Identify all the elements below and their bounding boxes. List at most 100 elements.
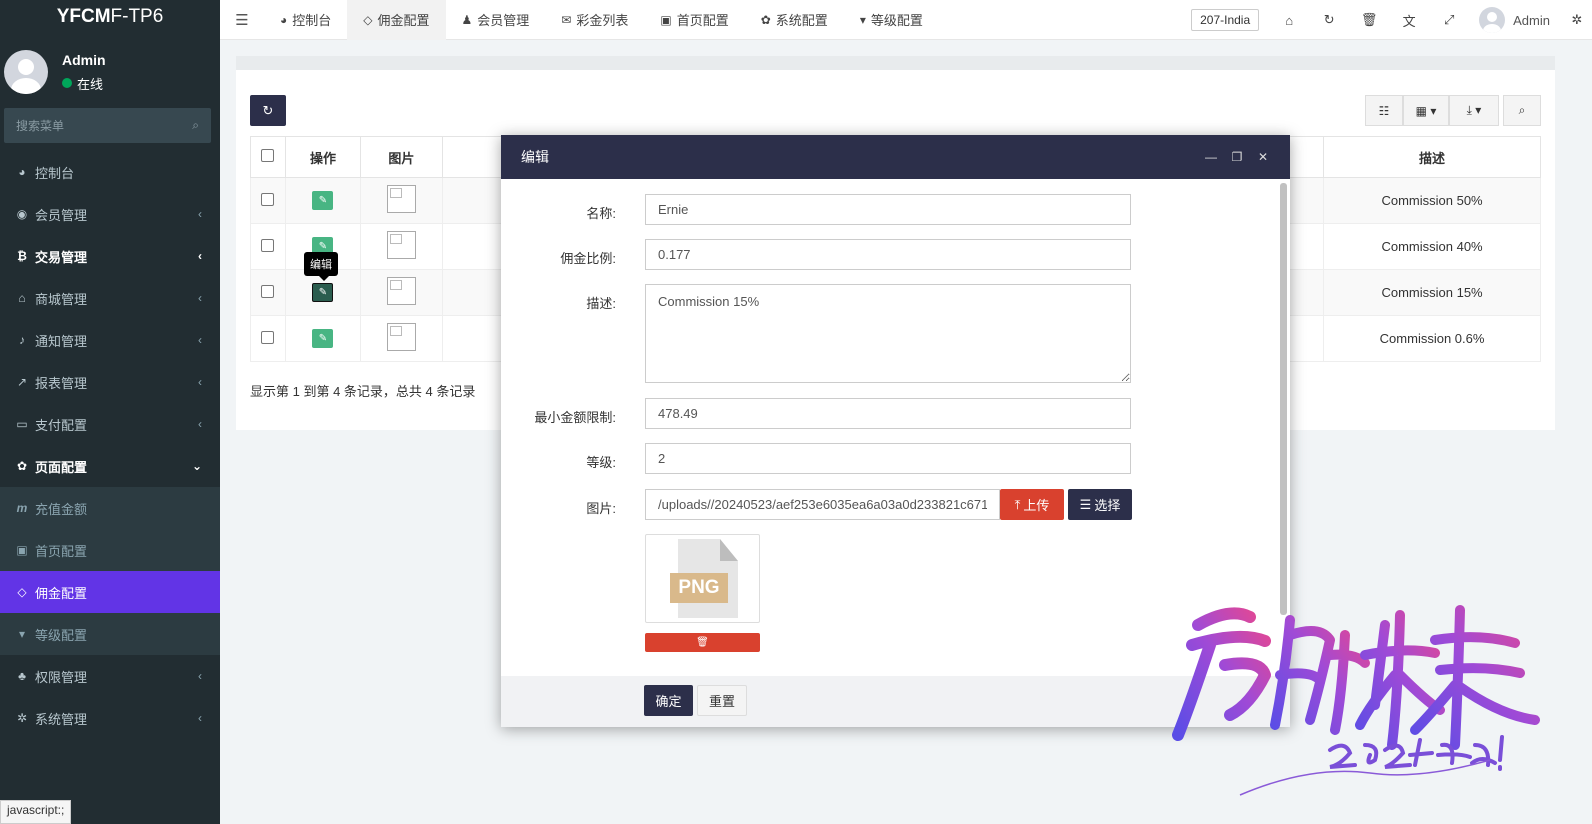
- user-status: 在线: [62, 74, 106, 93]
- tab-system-config[interactable]: ✿ 系统配置: [745, 0, 844, 40]
- language-icon[interactable]: 文: [1389, 11, 1429, 30]
- image-path-field[interactable]: [645, 489, 1000, 520]
- menu-search-input[interactable]: [16, 118, 176, 133]
- upload-button[interactable]: ⤒ 上传: [1000, 489, 1064, 520]
- tab-members[interactable]: ♟ 会员管理: [446, 0, 546, 40]
- minimize-icon[interactable]: —: [1198, 150, 1224, 164]
- floppy-icon: ▣: [16, 543, 28, 557]
- sidebar-item-auth[interactable]: ♣ 权限管理 ‹: [0, 655, 220, 697]
- sidebar-item-system[interactable]: ✲ 系统管理 ‹: [0, 697, 220, 739]
- vimeo-icon: ▾: [859, 12, 866, 27]
- edit-button[interactable]: ✎: [312, 191, 334, 210]
- logo[interactable]: YFCM F-TP6: [0, 0, 220, 34]
- form-row-ratio: 佣金比例:: [501, 239, 1131, 270]
- search-button[interactable]: ⌕: [1503, 95, 1541, 126]
- row-image[interactable]: [386, 323, 416, 351]
- form-row-level: 等级:: [501, 443, 1131, 474]
- tab-level-config[interactable]: ▾ 等级配置: [844, 0, 939, 40]
- list-icon: ☷: [1378, 103, 1390, 118]
- tab-home-config[interactable]: ▣ 首页配置: [644, 0, 744, 40]
- fullscreen-icon[interactable]: ⤢: [1429, 12, 1469, 28]
- label-name: 名称:: [586, 206, 616, 221]
- row-image[interactable]: [386, 277, 416, 305]
- column-header-op[interactable]: 操作: [284, 136, 361, 178]
- toggle-view-button[interactable]: ☷: [1365, 95, 1403, 126]
- sidebar-item-payment[interactable]: ▭ 支付配置 ‹: [0, 403, 220, 445]
- refresh-icon: ↻: [262, 102, 274, 118]
- sidebar-item-label: 充值金额: [35, 501, 88, 517]
- sidebar-item-commission[interactable]: ◇ 佣金配置: [0, 571, 220, 613]
- tab-label: 控制台: [292, 13, 332, 28]
- sidebar-item-mall[interactable]: ⌂ 商城管理 ‹: [0, 277, 220, 319]
- sidebar-item-label: 报表管理: [35, 375, 88, 391]
- form-row-min: 最小金额限制:: [501, 398, 1131, 429]
- reset-button[interactable]: 重置: [697, 685, 747, 716]
- tab-label: 系统配置: [775, 13, 828, 28]
- trash-icon[interactable]: 🗑: [1349, 12, 1389, 28]
- user-circle-icon: ◉: [16, 207, 28, 221]
- sidebar-item-home-config[interactable]: ▣ 首页配置: [0, 529, 220, 571]
- hamburger-icon[interactable]: ☰: [220, 11, 264, 29]
- row-desc: Commission 40%: [1323, 223, 1541, 270]
- maximize-icon[interactable]: ❐: [1224, 150, 1250, 164]
- row-checkbox[interactable]: [261, 284, 275, 298]
- column-header-desc[interactable]: 描述: [1323, 136, 1541, 178]
- sidebar-item-reports[interactable]: ↗ 报表管理 ‹: [0, 361, 220, 403]
- delete-image-button[interactable]: 🗑: [645, 633, 760, 652]
- tab-label: 首页配置: [676, 13, 729, 28]
- edit-button[interactable]: ✎: [312, 329, 334, 348]
- edit-tooltip: 编辑: [304, 252, 338, 281]
- sidebar-item-label: 支付配置: [35, 417, 88, 433]
- sidebar-item-dashboard[interactable]: ◕ 控制台: [0, 151, 220, 193]
- chevron-left-icon: ‹: [198, 669, 202, 683]
- edit-button[interactable]: ✎: [312, 283, 334, 302]
- sidebar-item-notice[interactable]: ♪ 通知管理 ‹: [0, 319, 220, 361]
- name-field[interactable]: [645, 194, 1131, 225]
- tab-commission[interactable]: ◇ 佣金配置: [347, 0, 446, 40]
- search-icon[interactable]: ⌕: [192, 118, 199, 133]
- export-button[interactable]: ⤓ ▾: [1449, 95, 1499, 126]
- dashboard-icon: ◕: [280, 12, 288, 27]
- refresh-icon[interactable]: ↻: [1309, 12, 1349, 28]
- row-image[interactable]: [386, 231, 416, 259]
- ratio-field[interactable]: [645, 239, 1131, 270]
- row-image[interactable]: [386, 185, 416, 213]
- level-field[interactable]: [645, 443, 1131, 474]
- sidebar-item-level[interactable]: ▾ 等级配置: [0, 613, 220, 655]
- label-min: 最小金额限制:: [534, 410, 616, 425]
- floppy-icon: ▣: [660, 12, 672, 27]
- row-checkbox[interactable]: [261, 192, 275, 206]
- row-checkbox[interactable]: [261, 330, 275, 344]
- tab-label: 佣金配置: [377, 13, 430, 28]
- image-preview[interactable]: PNG: [645, 534, 760, 623]
- top-user-menu[interactable]: Admin: [1479, 7, 1550, 33]
- min-amount-field[interactable]: [645, 398, 1131, 429]
- sidebar-item-label: 会员管理: [35, 207, 88, 223]
- sidebar-item-page-config[interactable]: ✿ 页面配置 ⌄: [0, 445, 220, 487]
- user-panel: Admin 在线: [0, 34, 220, 108]
- trash-icon: 🗑: [696, 637, 709, 648]
- sidebar-item-recharge[interactable]: m 充值金额: [0, 487, 220, 529]
- column-header-image[interactable]: 图片: [359, 136, 443, 178]
- row-checkbox[interactable]: [261, 238, 275, 252]
- site-selector[interactable]: 207-India: [1191, 9, 1260, 31]
- home-icon[interactable]: ⌂: [1269, 13, 1309, 28]
- choose-button[interactable]: ☰ 选择: [1068, 489, 1132, 520]
- modal-header[interactable]: 编辑 — ❐ ✕: [501, 135, 1290, 179]
- choose-label: 选择: [1094, 498, 1121, 513]
- columns-button[interactable]: ▦ ▾: [1403, 95, 1449, 126]
- sidebar-item-trades[interactable]: ₿ 交易管理 ‹: [0, 235, 220, 277]
- users-icon: ♣: [18, 669, 26, 683]
- tab-dashboard[interactable]: ◕ 控制台: [264, 0, 347, 40]
- select-all-checkbox[interactable]: [261, 149, 275, 162]
- logo-bold: YFCM: [56, 6, 111, 27]
- refresh-button[interactable]: ↻: [250, 95, 286, 126]
- sidebar-item-members[interactable]: ◉ 会员管理 ‹: [0, 193, 220, 235]
- modal-scrollbar[interactable]: [1280, 183, 1287, 615]
- desc-field[interactable]: Commission 15%: [645, 284, 1131, 383]
- confirm-button[interactable]: 确定: [644, 685, 693, 716]
- tab-bonus-list[interactable]: ✉ 彩金列表: [545, 0, 644, 40]
- close-icon[interactable]: ✕: [1250, 150, 1276, 164]
- gears-icon[interactable]: ✲: [1562, 12, 1592, 28]
- chevron-left-icon: ‹: [198, 249, 202, 263]
